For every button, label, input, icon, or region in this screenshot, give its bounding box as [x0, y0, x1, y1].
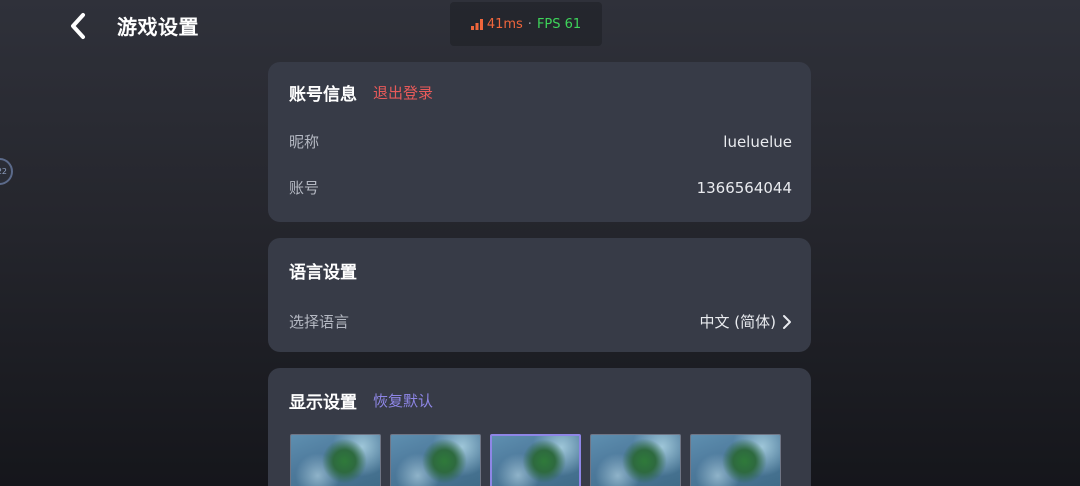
signal-bars-icon: [470, 18, 483, 30]
account-card-header: 账号信息 退出登录: [289, 80, 433, 105]
language-value: 中文 (简体): [699, 313, 776, 331]
back-button[interactable]: [62, 8, 94, 44]
language-card-title: 语言设置: [289, 263, 357, 283]
fps-value: FPS 61: [536, 16, 582, 32]
language-card-header: 语言设置: [289, 258, 357, 283]
display-preset-thumbnail[interactable]: [290, 434, 381, 486]
display-preset-list: [290, 434, 781, 486]
display-preset-thumbnail[interactable]: [390, 434, 481, 486]
display-preset-thumbnail-selected[interactable]: [490, 434, 581, 486]
language-select-label: 选择语言: [289, 313, 350, 331]
page-title: 游戏设置: [117, 15, 199, 39]
display-preset-thumbnail[interactable]: [690, 434, 781, 486]
nickname-row: 昵称 lueluelue: [289, 131, 792, 152]
language-select-row[interactable]: 选择语言 中文 (简体): [289, 311, 792, 332]
perf-separator: ·: [527, 16, 532, 32]
chevron-left-icon: [71, 13, 85, 39]
display-preset-thumbnail[interactable]: [590, 434, 681, 486]
language-settings-card: [268, 238, 811, 352]
nickname-value: lueluelue: [723, 132, 792, 151]
account-row: 账号 1366564044: [289, 177, 792, 198]
restore-defaults-button[interactable]: 恢复默认: [373, 390, 433, 411]
float-ball-label: 22: [0, 167, 7, 176]
floating-assist-ball[interactable]: 22: [0, 158, 13, 185]
nickname-label: 昵称: [289, 133, 320, 151]
language-value-group: 中文 (简体): [700, 311, 792, 332]
display-card-header: 显示设置 恢复默认: [289, 388, 433, 413]
performance-indicator: 41ms · FPS 61: [450, 2, 602, 46]
ping-readout: 41ms: [470, 16, 523, 32]
display-card-title: 显示设置: [289, 393, 357, 413]
account-label: 账号: [289, 179, 320, 197]
account-card-title: 账号信息: [289, 85, 357, 105]
account-value: 1366564044: [696, 178, 792, 197]
chevron-right-icon: [783, 314, 791, 329]
ping-value: 41ms: [486, 16, 523, 32]
logout-button[interactable]: 退出登录: [373, 82, 433, 103]
